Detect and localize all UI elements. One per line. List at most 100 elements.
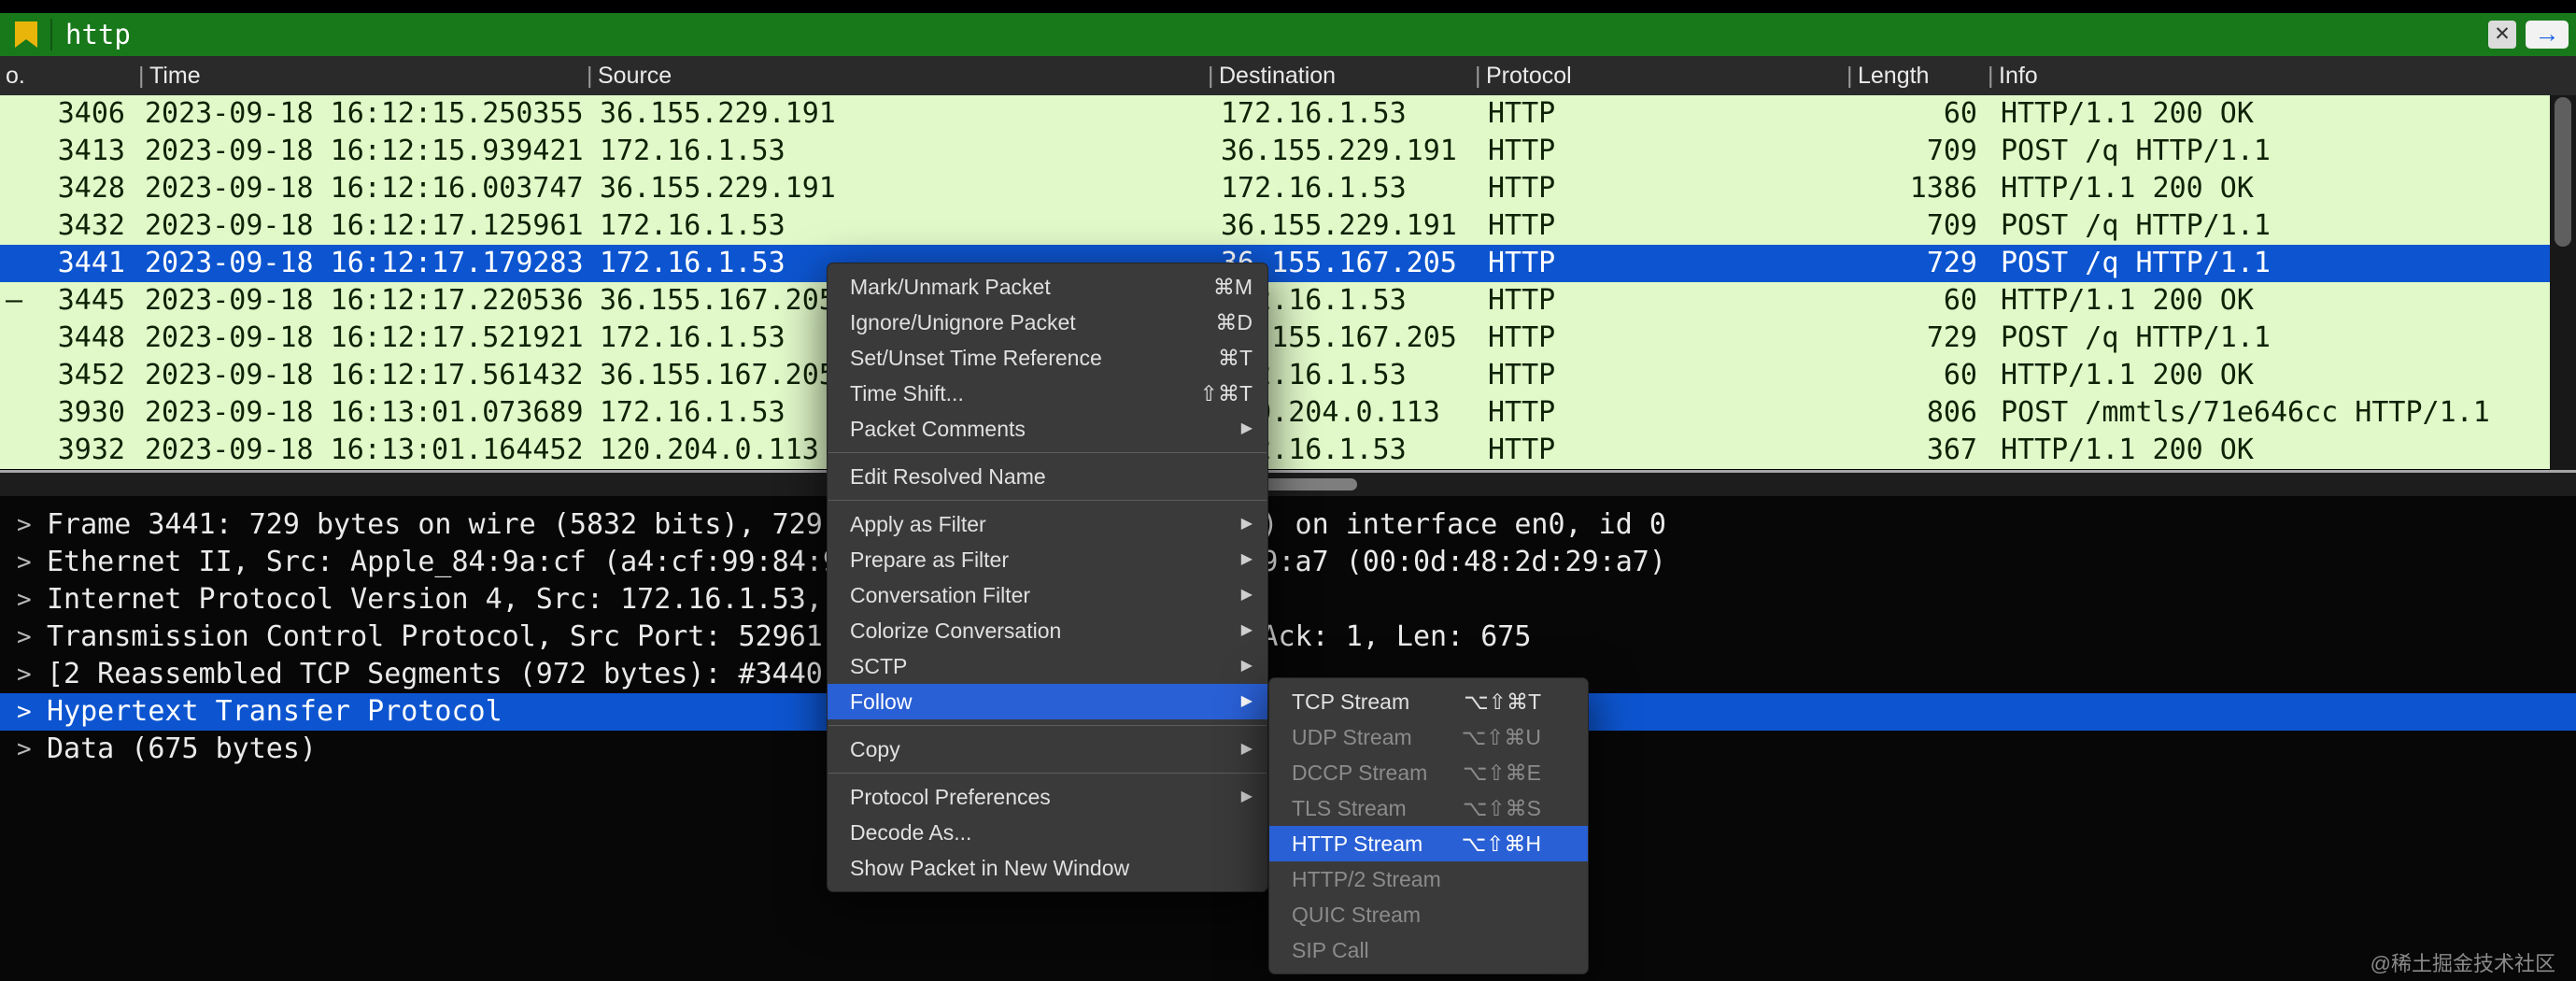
menu-item-label: Edit Resolved Name	[850, 464, 1046, 489]
menu-item-shortcut: ⌘T	[1217, 346, 1253, 370]
column-header-no[interactable]: o.	[6, 56, 25, 95]
menu-item-protocol-preferences[interactable]: Protocol Preferences ▶	[828, 779, 1267, 815]
menu-item-http-stream[interactable]: HTTP Stream ⌥⇧⌘H	[1269, 826, 1588, 861]
packet-list-vertical-scrollbar[interactable]	[2550, 95, 2576, 470]
detail-row-transmission-control-protoco[interactable]: > Transmission Control Protocol, Src Port…	[0, 618, 2576, 656]
menu-item-shortcut: ⇧⌘T	[1199, 381, 1253, 405]
packet-cell-no: 3428	[57, 172, 125, 205]
packet-cell-time: 2023-09-18 16:13:01.073689	[145, 396, 584, 429]
menu-item-copy[interactable]: Copy ▶	[828, 732, 1267, 767]
packet-cell-no: 3452	[57, 359, 125, 391]
packet-cell-length: 1386	[1909, 172, 1977, 205]
display-filter-bar[interactable]: http ✕ →	[0, 13, 2576, 56]
column-header-length[interactable]: Length	[1858, 56, 1929, 95]
packet-row-3445[interactable]: –3445 2023-09-18 16:12:17.220536 36.155.16…	[0, 282, 2550, 320]
column-header-info[interactable]: Info	[1999, 56, 2038, 95]
packet-cell-no: 3448	[57, 321, 125, 354]
packet-cell-no: 3930	[57, 396, 125, 429]
menu-item-label: Show Packet in New Window	[850, 856, 1130, 880]
menu-item-tcp-stream[interactable]: TCP Stream ⌥⇧⌘T	[1269, 684, 1588, 719]
packet-cell-time: 2023-09-18 16:12:17.561432	[145, 359, 584, 391]
menu-item-edit-resolved-name[interactable]: Edit Resolved Name	[828, 459, 1267, 494]
menu-item-conversation-filter[interactable]: Conversation Filter ▶	[828, 577, 1267, 613]
expander-icon[interactable]: >	[17, 618, 32, 656]
detail-row-frame-3441-729-bytes-on-wir[interactable]: > Frame 3441: 729 bytes on wire (5832 bit…	[0, 506, 2576, 544]
menu-separator	[828, 452, 1267, 453]
expander-icon[interactable]: >	[17, 581, 32, 618]
packet-cell-info: HTTP/1.1 200 OK	[2001, 359, 2254, 391]
expander-icon[interactable]: >	[17, 506, 32, 544]
column-separator: |	[1208, 63, 1214, 89]
expander-icon[interactable]: >	[17, 656, 32, 693]
menu-item-time-shift[interactable]: Time Shift... ⇧⌘T	[828, 376, 1267, 411]
bookmark-icon[interactable]	[15, 21, 37, 48]
column-header-source[interactable]: Source	[598, 56, 672, 95]
packet-cell-time: 2023-09-18 16:12:17.220536	[145, 284, 584, 317]
column-header-time[interactable]: Time	[149, 56, 201, 95]
clear-filter-button[interactable]: ✕	[2488, 21, 2516, 49]
menu-item-mark-unmark-packet[interactable]: Mark/Unmark Packet ⌘M	[828, 269, 1267, 305]
menu-item-follow[interactable]: Follow ▶	[828, 684, 1267, 719]
expander-icon[interactable]: >	[17, 544, 32, 581]
display-filter-input[interactable]: http	[65, 13, 131, 56]
packet-cell-time: 2023-09-18 16:12:16.003747	[145, 172, 584, 205]
submenu-arrow-icon: ▶	[1240, 741, 1253, 757]
menu-item-show-packet-in-new-window[interactable]: Show Packet in New Window	[828, 850, 1267, 886]
menu-item-label: TLS Stream	[1292, 796, 1407, 820]
column-separator: |	[1475, 63, 1481, 89]
packet-row-3932[interactable]: 3932 2023-09-18 16:13:01.164452 120.204.0.…	[0, 432, 2550, 469]
menu-item-http-2-stream: HTTP/2 Stream	[1269, 861, 1588, 897]
packet-cell-length: 60	[1943, 97, 1977, 130]
packet-cell-source: 172.16.1.53	[600, 135, 786, 167]
expander-icon[interactable]: >	[17, 693, 32, 731]
expander-icon[interactable]: >	[17, 731, 32, 768]
detail-row-ethernet-ii-src-apple-84-9[interactable]: > Ethernet II, Src: Apple_84:9a:cf (a4:cf…	[0, 544, 2576, 581]
packet-row-3428[interactable]: 3428 2023-09-18 16:12:16.003747 36.155.229…	[0, 170, 2550, 207]
menu-item-set-unset-time-reference[interactable]: Set/Unset Time Reference ⌘T	[828, 340, 1267, 376]
packet-cell-info: HTTP/1.1 200 OK	[2001, 97, 2254, 130]
menu-item-colorize-conversation[interactable]: Colorize Conversation ▶	[828, 613, 1267, 648]
packet-cell-length: 709	[1926, 209, 1977, 242]
column-header-destination[interactable]: Destination	[1219, 56, 1336, 95]
menu-item-apply-as-filter[interactable]: Apply as Filter ▶	[828, 506, 1267, 542]
menu-item-shortcut: ⌥⇧⌘E	[1462, 761, 1541, 785]
menu-item-decode-as[interactable]: Decode As...	[828, 815, 1267, 850]
column-header-protocol[interactable]: Protocol	[1486, 56, 1572, 95]
packet-row-3441[interactable]: 3441 2023-09-18 16:12:17.179283 172.16.1.5…	[0, 245, 2550, 282]
packet-row-3413[interactable]: 3413 2023-09-18 16:12:15.939421 172.16.1.5…	[0, 133, 2550, 170]
packet-row-3452[interactable]: 3452 2023-09-18 16:12:17.561432 36.155.167…	[0, 357, 2550, 394]
vertical-scrollbar-thumb[interactable]	[2555, 97, 2571, 247]
packet-row-3448[interactable]: 3448 2023-09-18 16:12:17.521921 172.16.1.5…	[0, 320, 2550, 357]
packet-cell-no: 3445	[57, 284, 125, 317]
menu-item-shortcut: ⌥⇧⌘S	[1462, 796, 1541, 820]
packet-row-3432[interactable]: 3432 2023-09-18 16:12:17.125961 172.16.1.5…	[0, 207, 2550, 245]
menu-item-sctp[interactable]: SCTP ▶	[828, 648, 1267, 684]
menu-item-tls-stream: TLS Stream ⌥⇧⌘S	[1269, 790, 1588, 826]
packet-cell-info: HTTP/1.1 200 OK	[2001, 284, 2254, 317]
packet-cell-length: 806	[1926, 396, 1977, 429]
packet-cell-time: 2023-09-18 16:13:01.164452	[145, 434, 584, 466]
detail-row-internet-protocol-version-4[interactable]: > Internet Protocol Version 4, Src: 172.1…	[0, 581, 2576, 618]
packet-row-3930[interactable]: 3930 2023-09-18 16:13:01.073689 172.16.1.5…	[0, 394, 2550, 432]
menu-item-prepare-as-filter[interactable]: Prepare as Filter ▶	[828, 542, 1267, 577]
packet-cell-destination: 172.16.1.53	[1221, 172, 1407, 205]
menu-item-label: Apply as Filter	[850, 512, 986, 536]
packet-list-horizontal-scrollbar[interactable]	[0, 473, 2576, 496]
column-separator: |	[138, 63, 145, 89]
menu-item-ignore-unignore-packet[interactable]: Ignore/Unignore Packet ⌘D	[828, 305, 1267, 340]
packet-row-3406[interactable]: 3406 2023-09-18 16:12:15.250355 36.155.229…	[0, 95, 2550, 133]
packet-cell-protocol: HTTP	[1488, 284, 1556, 317]
menu-item-label: Time Shift...	[850, 381, 964, 405]
packet-cell-time: 2023-09-18 16:12:15.939421	[145, 135, 584, 167]
apply-filter-button[interactable]: →	[2526, 21, 2569, 49]
menu-item-label: DCCP Stream	[1292, 761, 1428, 785]
window-top-strip	[0, 0, 2576, 13]
menu-separator	[828, 500, 1267, 501]
menu-item-label: Decode As...	[850, 820, 972, 845]
packet-cell-time: 2023-09-18 16:12:17.125961	[145, 209, 584, 242]
packet-cell-protocol: HTTP	[1488, 172, 1556, 205]
packet-cell-length: 60	[1943, 284, 1977, 317]
menu-item-packet-comments[interactable]: Packet Comments ▶	[828, 411, 1267, 447]
menu-item-label: Packet Comments	[850, 417, 1026, 441]
menu-item-label: Prepare as Filter	[850, 547, 1010, 572]
